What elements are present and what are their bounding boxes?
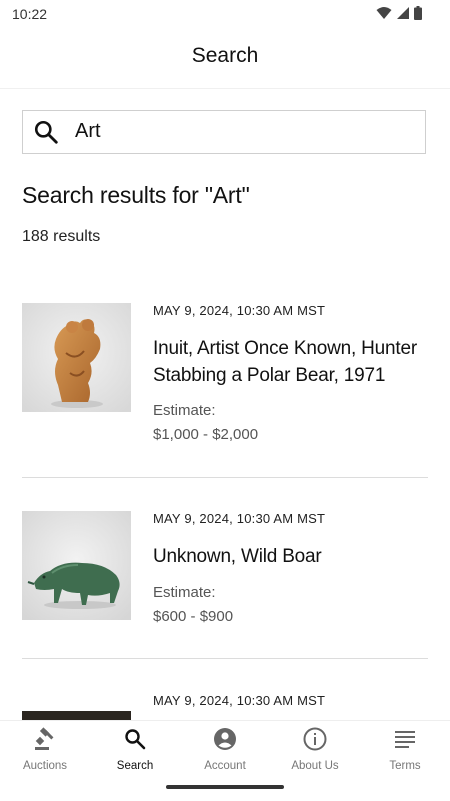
carved-stone-sculpture-image[interactable] [22,303,131,412]
nav-label: About Us [291,760,339,772]
nav-about-us[interactable]: About Us [270,721,360,781]
search-input[interactable] [75,111,415,152]
status-bar: 10:22 [0,0,450,28]
cell-signal-icon [397,7,409,19]
estimate-value: $1,000 - $2,000 [153,426,259,443]
results-heading: Search results for "Art" [22,182,250,208]
nav-label: Terms [389,760,421,772]
home-indicator[interactable] [166,785,284,789]
search-icon[interactable] [33,119,59,145]
results-count: 188 results [22,228,101,245]
search-box[interactable] [22,110,426,154]
estimate-label: Estimate: [153,584,216,601]
page-title: Search [191,44,259,67]
nav-terms[interactable]: Terms [360,721,450,781]
nav-label: Search [116,760,154,772]
estimate-label: Estimate: [153,402,216,419]
status-icons [376,6,422,20]
status-time: 10:22 [12,6,48,22]
menu-lines-icon [395,731,415,748]
result-divider [22,658,428,659]
result-item[interactable]: MAY 9, 2024, 10:30 AM MST Inuit, Artist … [22,303,428,453]
battery-icon [414,6,422,20]
gavel-icon [35,727,54,750]
nav-auctions[interactable]: Auctions [0,721,90,781]
result-title[interactable]: Inuit, Artist Once Known, Hunter Stabbin… [153,335,423,389]
nav-account[interactable]: Account [180,721,270,781]
dark-artwork-image[interactable] [22,711,131,720]
estimate-value: $600 - $900 [153,608,234,625]
result-date: MAY 9, 2024, 10:30 AM MST [153,511,326,526]
nav-label: Account [204,760,246,772]
result-date: MAY 9, 2024, 10:30 AM MST [153,693,326,708]
result-divider [22,477,428,478]
nav-search[interactable]: Search [90,721,180,781]
bronze-boar-sculpture-image[interactable] [22,511,131,620]
app-header: Search [0,28,450,89]
account-circle-icon [214,728,236,750]
result-item[interactable]: MAY 9, 2024, 10:30 AM MST Unknown, Wild … [22,511,428,631]
result-item[interactable]: MAY 9, 2024, 10:30 AM MST [22,693,428,720]
result-title[interactable]: Unknown, Wild Boar [153,543,423,570]
wifi-icon [376,7,392,19]
search-icon [125,729,146,750]
result-date: MAY 9, 2024, 10:30 AM MST [153,303,326,318]
nav-label: Auctions [22,760,68,772]
info-icon [303,727,327,751]
